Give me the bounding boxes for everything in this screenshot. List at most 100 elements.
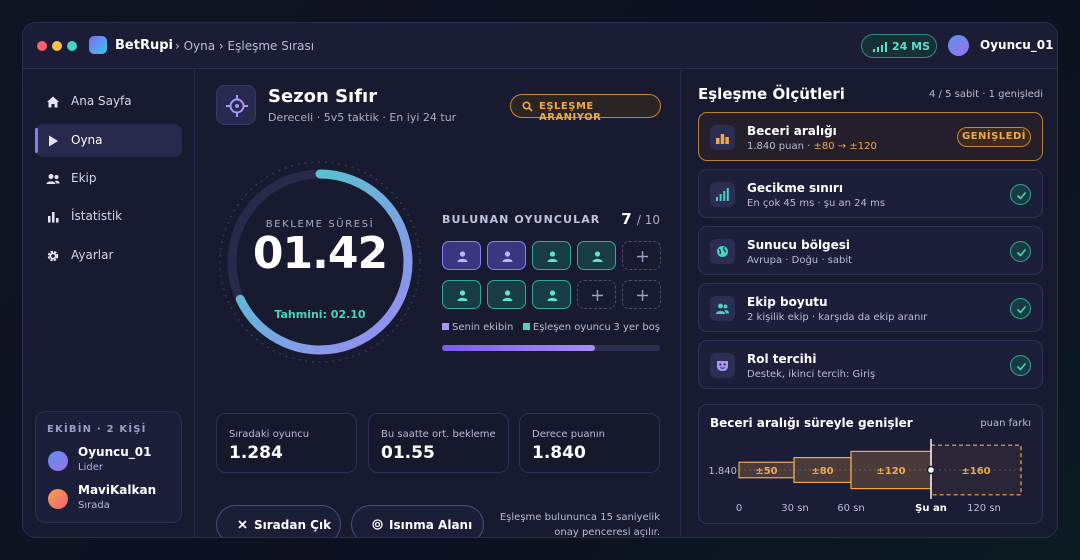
app-logo	[89, 36, 107, 54]
plus-icon	[637, 251, 648, 262]
search-status-label: EŞLEŞME ARANIYOR	[539, 101, 602, 123]
maximize-dot[interactable]	[67, 41, 77, 51]
sidebar-item-label: Ayarlar	[71, 248, 114, 262]
criteria-meta: 4 / 5 sabit · 1 genişledi	[929, 89, 1043, 100]
user-icon	[547, 251, 558, 262]
stat-card-avg-wait: Bu saatte ort. bekleme 01.55	[368, 413, 509, 473]
criterion-skill-range[interactable]: Beceri aralığı 1.840 puan · ±80 → ±120 G…	[698, 112, 1043, 161]
user-icon	[502, 251, 513, 262]
criterion-name: Rol tercihi	[747, 352, 817, 366]
estimated-time: Tahmini: 02.10	[274, 308, 366, 321]
y-axis-label: 1.840	[708, 466, 737, 477]
stat-value: 01.55	[381, 443, 435, 463]
warmup-button[interactable]: Isınma Alanı	[351, 505, 484, 537]
play-icon	[49, 135, 58, 147]
team-icon	[710, 296, 735, 321]
stat-label: Bu saatte ort. bekleme	[381, 429, 496, 440]
stat-label: Sıradaki oyuncu	[229, 429, 310, 440]
stat-value: 1.284	[229, 443, 283, 463]
stat-card-rating: Derece puanın 1.840	[519, 413, 660, 473]
wait-timer: 01.42	[252, 228, 388, 279]
confirm-note: Eşleşme bulununca 15 saniyelik onay penc…	[499, 512, 660, 538]
breadcrumb[interactable]: › Oyna › Eşleşme Sırası	[175, 39, 314, 53]
app-window: BetRupi › Oyna › Eşleşme Sırası 24 MS Oy…	[22, 22, 1058, 538]
member-status: Sırada	[78, 500, 110, 511]
team-header: EKİBİN · 2 KİŞİ	[47, 424, 147, 435]
criterion-desc: 2 kişilik ekip · karşıda da ekip aranır	[747, 312, 928, 323]
criterion-desc: 1.840 puan · ±80 → ±120	[747, 141, 877, 152]
criterion-latency[interactable]: Gecikme sınırı En çok 45 ms · şu an 24 m…	[698, 169, 1043, 218]
sidebar-item-team[interactable]: Ekip	[35, 162, 182, 195]
queue-panel: Sezon Sıfır Dereceli · 5v5 taktik · En i…	[196, 70, 680, 538]
criterion-desc: Avrupa · Doğu · sabit	[747, 255, 853, 266]
players-progress-fill	[442, 345, 595, 351]
minimize-dot[interactable]	[52, 41, 62, 51]
user-avatar[interactable]	[948, 35, 969, 56]
band-label: ±80	[811, 466, 833, 477]
matched-player-slot	[577, 241, 616, 270]
legend-swatch-found	[522, 323, 530, 330]
team-member[interactable]: MaviKalkan Sırada	[48, 483, 178, 519]
empty-slots-text: 3 yer boş	[613, 322, 660, 333]
stat-value: 1.840	[532, 443, 586, 463]
plus-icon	[592, 290, 603, 301]
team-member[interactable]: Oyuncu_01 Lider	[48, 445, 178, 481]
gear-icon	[47, 250, 59, 262]
matched-player-slot	[532, 241, 571, 270]
avatar	[48, 489, 68, 509]
criterion-name: Ekip boyutu	[747, 295, 828, 309]
close-dot[interactable]	[37, 41, 47, 51]
mode-subtitle: Dereceli · 5v5 taktik · En iyi 24 tur	[268, 111, 457, 124]
criterion-team-size[interactable]: Ekip boyutu 2 kişilik ekip · karşıda da …	[698, 283, 1043, 332]
criterion-region[interactable]: Sunucu bölgesi Avrupa · Doğu · sabit	[698, 226, 1043, 275]
close-icon	[238, 520, 247, 529]
check-icon	[1010, 184, 1031, 205]
now-marker-dot	[926, 465, 936, 475]
sidebar-item-label: Oyna	[71, 133, 103, 147]
mask-icon	[710, 353, 735, 378]
check-icon	[1010, 298, 1031, 319]
matched-player-slot	[442, 280, 481, 309]
criteria-panel: Eşleşme Ölçütleri 4 / 5 sabit · 1 genişl…	[680, 70, 1057, 537]
sidebar-item-home[interactable]: Ana Sayfa	[35, 85, 182, 118]
criterion-name: Sunucu bölgesi	[747, 238, 851, 252]
check-icon	[1010, 241, 1031, 262]
skill-range-chart: ±50 ±80 ±120 ±160 1.840 0 30 sn 60 sn Şu an 120 s…	[708, 439, 1022, 514]
user-icon	[547, 290, 558, 301]
ping-value: 24 MS	[892, 40, 931, 53]
x-tick-label: 30 sn	[781, 503, 808, 514]
bar-chart-icon	[48, 212, 59, 223]
ping-indicator: 24 MS	[861, 34, 937, 58]
band-label: ±160	[961, 466, 990, 477]
sidebar-item-stats[interactable]: İstatistik	[35, 200, 182, 233]
criterion-name: Gecikme sınırı	[747, 181, 843, 195]
legend-own: Senin ekibin	[452, 322, 514, 333]
sidebar-item-play[interactable]: Oyna	[35, 124, 182, 157]
user-name[interactable]: Oyuncu_01	[980, 38, 1053, 52]
stat-card-queue: Sıradaki oyuncu 1.284	[216, 413, 357, 473]
own-team-slot	[487, 241, 526, 270]
page-title: Sezon Sıfır	[268, 86, 378, 107]
empty-slot	[577, 280, 616, 309]
team-panel: EKİBİN · 2 KİŞİ Oyuncu_01 Lider MaviKalk…	[35, 411, 182, 523]
search-status-badge: EŞLEŞME ARANIYOR	[510, 94, 661, 123]
criterion-role[interactable]: Rol tercihi Destek, ikinci tercih: Giriş	[698, 340, 1043, 389]
user-icon	[502, 290, 513, 301]
found-players-count: 7 / 10	[621, 210, 660, 228]
leave-queue-button[interactable]: Sıradan Çık	[216, 505, 341, 537]
criterion-desc: En çok 45 ms · şu an 24 ms	[747, 198, 886, 209]
matched-player-slot	[487, 280, 526, 309]
target-icon	[372, 519, 383, 530]
x-tick-label: Şu an	[915, 503, 947, 514]
band-label: ±120	[876, 466, 905, 477]
skill-range-chart-card: Beceri aralığı süreyle genişler puan far…	[698, 404, 1043, 524]
check-icon	[1010, 355, 1031, 376]
globe-icon	[710, 239, 735, 264]
member-name: Oyuncu_01	[78, 445, 152, 459]
sidebar-item-label: Ana Sayfa	[71, 94, 132, 108]
title-bar: BetRupi › Oyna › Eşleşme Sırası 24 MS Oy…	[23, 23, 1057, 69]
leave-queue-label: Sıradan Çık	[254, 518, 332, 532]
sidebar-item-settings[interactable]: Ayarlar	[35, 239, 182, 272]
legend-swatch-own	[442, 323, 449, 330]
x-tick-label: 60 sn	[837, 503, 864, 514]
